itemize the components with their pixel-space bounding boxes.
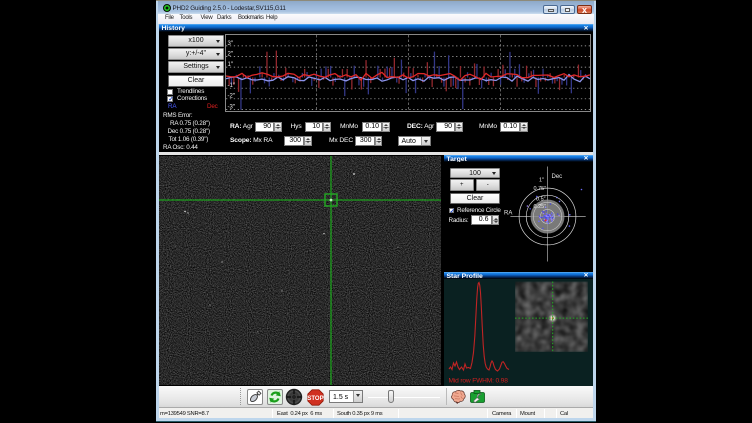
svg-text:1″: 1″ [228, 62, 234, 68]
svg-text:2″: 2″ [228, 51, 234, 57]
svg-text:-3″: -3″ [228, 104, 236, 110]
svg-text:STOP: STOP [307, 395, 323, 401]
svg-text:-1″: -1″ [228, 83, 236, 89]
svg-text:-2″: -2″ [228, 93, 236, 99]
svg-text:3″: 3″ [228, 41, 234, 47]
svg-text:0.5″: 0.5″ [536, 197, 546, 203]
svg-text:0.75″: 0.75″ [534, 186, 547, 192]
svg-text:Dec: Dec [552, 174, 563, 180]
svg-text:RA: RA [504, 211, 512, 217]
svg-text:1″: 1″ [539, 178, 544, 184]
svg-text:Mid row FWHM: 0.98: Mid row FWHM: 0.98 [449, 378, 509, 385]
svg-text:0.25″: 0.25″ [534, 204, 547, 210]
